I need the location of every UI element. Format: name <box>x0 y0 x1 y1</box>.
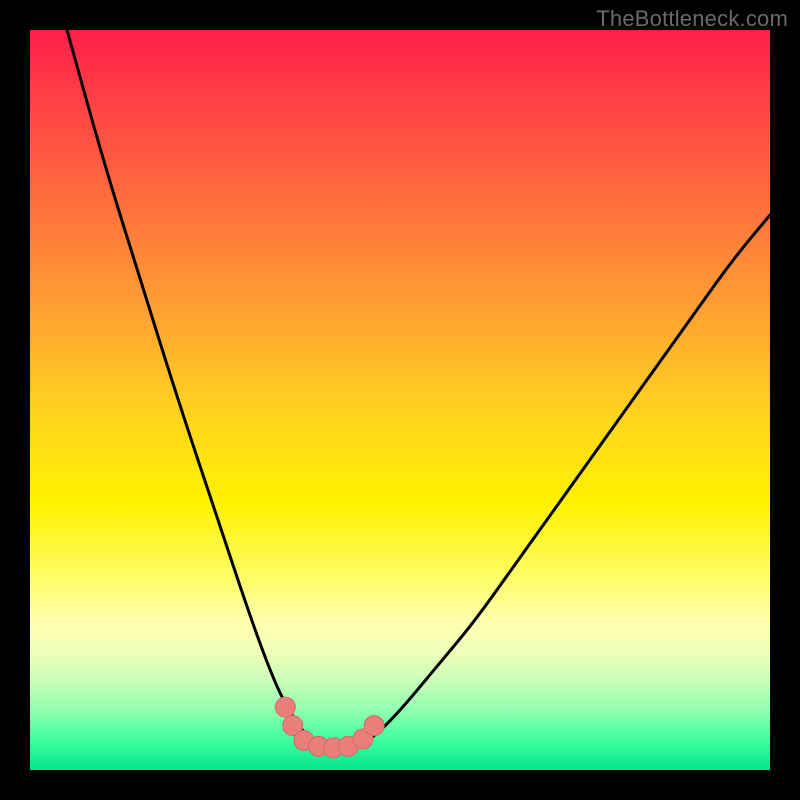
floor-marker <box>364 716 384 736</box>
chart-frame: TheBottleneck.com <box>0 0 800 800</box>
plot-area <box>30 30 770 770</box>
watermark-text: TheBottleneck.com <box>596 6 788 32</box>
bottleneck-curve <box>67 30 770 748</box>
curve-svg <box>30 30 770 770</box>
floor-markers <box>275 697 384 758</box>
floor-marker <box>275 697 295 717</box>
